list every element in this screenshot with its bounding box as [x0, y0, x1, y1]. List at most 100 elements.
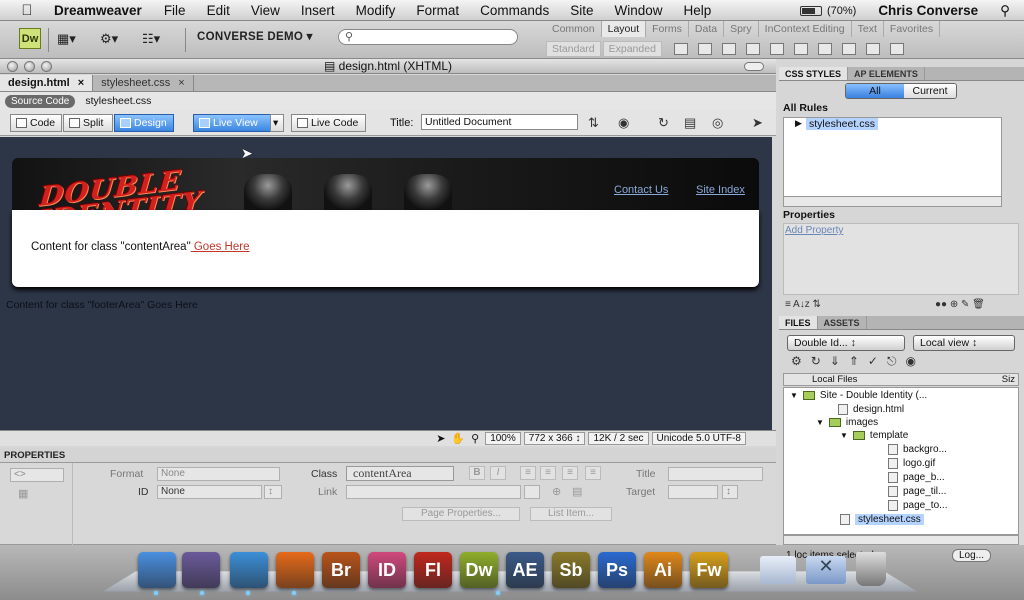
- css-view-icons[interactable]: ≡ A↓z ⇅: [785, 299, 821, 310]
- split-view-button[interactable]: Split: [63, 114, 113, 132]
- menu-window[interactable]: Window: [614, 3, 662, 18]
- target-select[interactable]: [668, 485, 718, 499]
- tree-item-images[interactable]: ▼ images: [816, 417, 878, 428]
- tree-item-file[interactable]: page_to...: [888, 500, 947, 511]
- indesign-icon[interactable]: ID: [368, 552, 406, 588]
- hand-tool-icon[interactable]: ✋: [451, 432, 465, 445]
- list-item-button[interactable]: List Item...: [530, 507, 612, 521]
- browse-folder-icon[interactable]: ▤: [572, 485, 582, 498]
- view-options-icon[interactable]: ▤: [684, 115, 696, 131]
- content-area[interactable]: Content for class "contentArea" Goes Her…: [12, 210, 759, 287]
- visual-aids-icon[interactable]: ◎: [712, 115, 723, 131]
- refresh-icon[interactable]: ↻: [658, 115, 669, 131]
- col-size[interactable]: Siz: [1002, 374, 1015, 385]
- finder-icon[interactable]: [138, 552, 176, 588]
- apple-icon[interactable]: : [18, 2, 36, 19]
- flash-icon[interactable]: Fl: [414, 552, 452, 588]
- tab-assets[interactable]: ASSETS: [818, 316, 867, 329]
- disclosure-icon[interactable]: ▼: [816, 418, 824, 427]
- tab-common[interactable]: Common: [546, 21, 602, 37]
- source-code-button[interactable]: Source Code: [5, 94, 76, 108]
- gear-icon[interactable]: ⚙▾: [100, 31, 118, 47]
- tree-item-stylesheet[interactable]: stylesheet.css: [840, 514, 924, 525]
- insert-layout-icon[interactable]: [745, 43, 760, 55]
- rules-scrollbar[interactable]: [783, 196, 1002, 207]
- zoom-tool-icon[interactable]: ⚲: [471, 432, 479, 445]
- close-window-button[interactable]: [7, 61, 18, 72]
- iphoto-icon[interactable]: [182, 552, 220, 588]
- soundbooth-icon[interactable]: Sb: [552, 552, 590, 588]
- select-tool-icon[interactable]: ➤: [436, 432, 445, 445]
- zoom-select[interactable]: 100%: [485, 432, 521, 445]
- tab-ap-elements[interactable]: AP ELEMENTS: [848, 67, 925, 80]
- preview-browser-icon[interactable]: ◉: [618, 115, 629, 131]
- add-property-link[interactable]: Add Property: [785, 225, 843, 236]
- battery-icon[interactable]: [799, 5, 822, 16]
- link-input[interactable]: [346, 485, 521, 499]
- insert-ap-div-icon[interactable]: [697, 43, 712, 55]
- layout-menu-icon[interactable]: ▦▾: [57, 31, 76, 47]
- related-file-stylesheet[interactable]: stylesheet.css: [85, 95, 151, 107]
- toolbar-toggle-button[interactable]: [744, 62, 764, 71]
- insert-frame-icon[interactable]: [769, 43, 784, 55]
- files-scrollbar[interactable]: [783, 535, 1019, 545]
- close-tab-icon[interactable]: ×: [178, 77, 184, 89]
- tree-item-file[interactable]: logo.gif: [888, 458, 935, 469]
- italic-button[interactable]: I: [490, 466, 506, 480]
- applications-stack-icon[interactable]: ✕: [806, 556, 846, 584]
- expanded-button[interactable]: Expanded: [602, 41, 662, 57]
- ordered-list-icon[interactable]: ≡: [540, 466, 556, 480]
- menu-modify[interactable]: Modify: [356, 3, 396, 18]
- file-tree[interactable]: ▼ Site - Double Identity (... design.html…: [783, 387, 1019, 535]
- user-name[interactable]: Chris Converse: [878, 3, 978, 18]
- workspace-switcher[interactable]: CONVERSE DEMO ▾: [197, 29, 313, 43]
- tree-item-file[interactable]: page_til...: [888, 486, 946, 497]
- rule-stylesheet[interactable]: stylesheet.css: [806, 118, 878, 130]
- id-select-arrow[interactable]: ↕: [264, 485, 282, 499]
- insert-spry-icon[interactable]: [793, 43, 808, 55]
- disclosure-icon[interactable]: ▼: [840, 431, 848, 440]
- menu-edit[interactable]: Edit: [207, 3, 230, 18]
- nav-site-index[interactable]: Site Index: [696, 184, 745, 196]
- zoom-window-button[interactable]: [41, 61, 52, 72]
- menu-help[interactable]: Help: [683, 3, 711, 18]
- tab-data[interactable]: Data: [689, 21, 725, 37]
- insert-collapsible-icon[interactable]: [817, 43, 832, 55]
- menu-insert[interactable]: Insert: [301, 3, 335, 18]
- view-select[interactable]: Local view ↕: [913, 335, 1015, 351]
- disclosure-icon[interactable]: ▼: [790, 391, 798, 400]
- design-view-button[interactable]: Design: [114, 114, 174, 132]
- menu-file[interactable]: File: [164, 3, 186, 18]
- page-title-input[interactable]: Untitled Document: [421, 114, 578, 130]
- tab-stylesheet-css[interactable]: stylesheet.css ×: [93, 75, 194, 91]
- content-link[interactable]: Goes Here: [191, 241, 250, 253]
- minimize-window-button[interactable]: [24, 61, 35, 72]
- expand-triangle-icon[interactable]: ▶: [795, 118, 802, 129]
- design-canvas[interactable]: DOUBLEIDENTITY Contact Us Site Index Con…: [0, 137, 772, 430]
- documents-stack-icon[interactable]: [760, 556, 796, 584]
- tree-item-file[interactable]: page_b...: [888, 472, 945, 483]
- html-mode-button[interactable]: <>: [10, 468, 64, 482]
- window-size-select[interactable]: 772 x 366 ↕: [523, 432, 586, 445]
- bridge-icon[interactable]: Br: [322, 552, 360, 588]
- all-mode-button[interactable]: All: [846, 84, 904, 98]
- standard-button[interactable]: Standard: [546, 41, 601, 57]
- col-local-files[interactable]: Local Files: [812, 374, 857, 385]
- properties-tab[interactable]: PROPERTIES: [4, 450, 65, 461]
- photoshop-icon[interactable]: Ps: [598, 552, 636, 588]
- close-tab-icon[interactable]: ×: [78, 77, 84, 89]
- indent-icon[interactable]: ≡: [585, 466, 601, 480]
- menu-view[interactable]: View: [251, 3, 280, 18]
- illustrator-icon[interactable]: Ai: [644, 552, 682, 588]
- current-mode-button[interactable]: Current: [904, 84, 956, 98]
- insert-div-icon[interactable]: [673, 43, 688, 55]
- footer-area[interactable]: Content for class "footerArea" Goes Here: [6, 299, 198, 311]
- site-select[interactable]: Double Id... ↕: [787, 335, 905, 351]
- menu-site[interactable]: Site: [570, 3, 593, 18]
- tree-item-template[interactable]: ▼ template: [840, 430, 908, 441]
- tab-text[interactable]: Text: [852, 21, 884, 37]
- tab-css-styles[interactable]: CSS STYLES: [779, 67, 849, 80]
- trash-icon[interactable]: [856, 552, 886, 586]
- tab-forms[interactable]: Forms: [646, 21, 689, 37]
- insert-table-icon[interactable]: [721, 43, 736, 55]
